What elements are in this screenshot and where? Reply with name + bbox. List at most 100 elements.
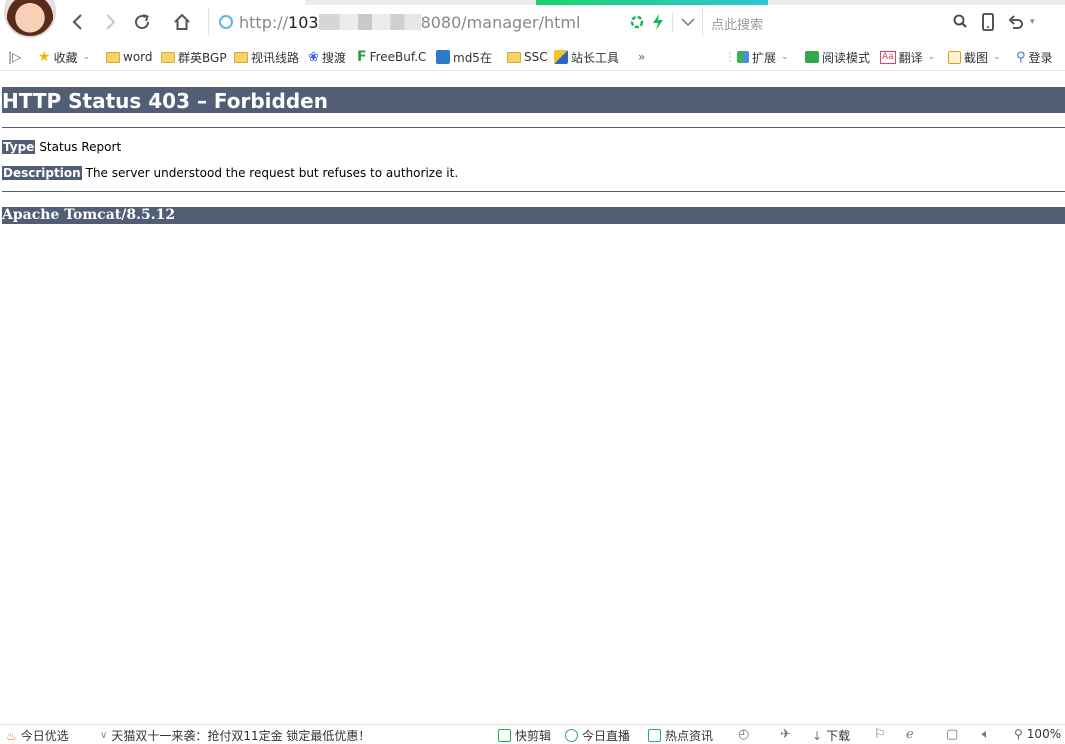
statusbar-label: 今日优选: [20, 729, 69, 743]
bookmarks-bar: |▷ ★ 收藏 ⌄ word 群英BGP 视讯线路 ❀ 搜渡 F FreeBuf…: [0, 44, 1065, 71]
bookmark-md5[interactable]: md5在: [436, 44, 492, 70]
news-icon: [648, 729, 661, 742]
window-icon[interactable]: ▢: [946, 727, 958, 742]
live-play-icon: [565, 729, 578, 742]
security-shield-icon: [219, 15, 233, 29]
address-bar-icons: [630, 12, 695, 32]
extensions-button[interactable]: 扩展 ⌄: [737, 44, 789, 70]
zoom-button[interactable]: ⚲ 100%: [1014, 727, 1061, 741]
forward-button[interactable]: [98, 10, 122, 34]
reload-icon: [135, 14, 150, 30]
more-chevron-icon: »: [638, 50, 646, 64]
live-button[interactable]: 今日直播: [565, 727, 630, 744]
description-value: The server understood the request but re…: [85, 166, 459, 180]
bookmark-bgp[interactable]: 群英BGP: [161, 44, 227, 70]
speed-icon[interactable]: ◴: [738, 727, 749, 742]
bookmark-video-lines[interactable]: 视讯线路: [234, 44, 299, 70]
chinaz-icon: [554, 50, 568, 64]
type-label: Type: [2, 140, 36, 154]
chevron-down-icon: ⌄: [82, 52, 91, 62]
pin-icon[interactable]: ✈: [780, 727, 791, 742]
search-placeholder[interactable]: 点此搜索: [711, 14, 763, 33]
video-clip-icon: [498, 729, 511, 742]
sound-icon[interactable]: 🔈︎: [982, 727, 990, 742]
lightning-icon[interactable]: [652, 14, 664, 30]
login-button[interactable]: ⚲ 登录: [1016, 44, 1053, 70]
back-arrow-icon: [72, 14, 82, 30]
today-picks-button[interactable]: ♨ 今日优选: [6, 727, 69, 744]
green-refresh-icon[interactable]: [630, 15, 644, 29]
user-avatar[interactable]: [4, 0, 56, 38]
freebuf-icon: F: [357, 49, 367, 65]
bookmark-ssc[interactable]: SSC: [507, 44, 548, 70]
mobile-icon[interactable]: [982, 13, 994, 31]
reading-mode-button[interactable]: 阅读模式: [805, 44, 870, 70]
chevron-down-icon: ⌄: [781, 52, 789, 62]
download-button[interactable]: ↓ 下载: [812, 727, 850, 744]
login-icon: ⚲: [1016, 49, 1026, 65]
divider: ⋮: [724, 50, 736, 64]
ie-icon[interactable]: ℯ: [906, 727, 914, 742]
bookmark-label: 群英BGP: [178, 50, 227, 65]
bookmark-chinaz[interactable]: 站长工具: [554, 44, 619, 70]
md5-icon: [436, 50, 450, 64]
folder-icon: [106, 51, 120, 63]
status-bar: ♨ 今日优选 ∨ 天猫双十一来袭：抢付双11定金 锁定最低优惠！ 快剪辑 今日直…: [0, 724, 1065, 743]
chevron-down-icon: ⌄: [927, 52, 936, 62]
promo-ticker[interactable]: ∨ 天猫双十一来袭：抢付双11定金 锁定最低优惠！: [100, 727, 370, 744]
undo-icon: [1008, 15, 1023, 29]
bookmark-label: 收藏: [53, 50, 78, 65]
chevron-down-icon: ∨: [100, 730, 108, 741]
page-load-progress: [536, 0, 768, 5]
description-label: Description: [2, 166, 82, 180]
screenshot-button[interactable]: 截图 ⌄: [948, 44, 1001, 70]
promo-text: 天猫双十一来袭：抢付双11定金 锁定最低优惠！: [111, 729, 371, 743]
zoom-level: 100%: [1026, 727, 1062, 741]
page-title: HTTP Status 403 – Forbidden: [2, 87, 1065, 113]
divider: [672, 12, 673, 32]
home-icon: [174, 13, 190, 30]
tool-label: 截图: [964, 50, 989, 65]
bookmark-baidu[interactable]: ❀ 搜渡: [308, 44, 346, 70]
bookmarks-more-button[interactable]: »: [638, 44, 645, 70]
star-icon: ★: [38, 49, 51, 65]
reload-button[interactable]: [130, 10, 154, 34]
bookmark-label: FreeBuf.C: [369, 50, 427, 64]
type-row: Type Status Report: [2, 140, 121, 154]
translate-icon: Aa: [880, 50, 896, 64]
flag-icon[interactable]: ⚐: [874, 727, 886, 742]
folder-icon: [507, 51, 521, 63]
redacted-host-mask: [318, 14, 421, 30]
right-toolbar: ▾: [982, 10, 1035, 34]
type-value: Status Report: [39, 140, 122, 154]
quick-clip-button[interactable]: 快剪辑: [498, 727, 551, 744]
sidebar-toggle-button[interactable]: |▷: [8, 44, 21, 70]
address-bar[interactable]: http://103 8080/manager/html: [208, 8, 703, 36]
tool-label: 阅读模式: [822, 50, 871, 65]
baidu-paw-icon: ❀: [308, 49, 319, 65]
tool-label: 翻译: [898, 50, 923, 65]
screenshot-icon: [948, 50, 961, 64]
back-button[interactable]: [66, 10, 90, 34]
news-button[interactable]: 热点资讯: [648, 727, 713, 744]
undo-close-tab-button[interactable]: ▾: [1008, 14, 1035, 30]
bookmark-favorites[interactable]: ★ 收藏 ⌄: [38, 44, 90, 70]
book-icon: [805, 51, 819, 63]
bookmark-freebuf[interactable]: F FreeBuf.C: [357, 44, 426, 70]
divider: [2, 191, 1065, 192]
description-row: Description The server understood the req…: [2, 166, 458, 180]
search-box[interactable]: 点此搜索: [702, 8, 973, 36]
home-button[interactable]: [170, 10, 194, 34]
statusbar-label: 今日直播: [582, 729, 631, 743]
statusbar-label: 热点资讯: [665, 729, 714, 743]
search-icon[interactable]: [953, 14, 967, 32]
statusbar-label: 下载: [826, 729, 851, 743]
bookmark-label: 视讯线路: [251, 50, 300, 65]
chevron-down-icon[interactable]: [681, 17, 695, 27]
bookmark-label: 站长工具: [571, 50, 620, 65]
bookmark-label: SSC: [524, 50, 548, 64]
translate-button[interactable]: Aa 翻译 ⌄: [880, 44, 935, 70]
folder-icon: [234, 51, 248, 63]
url-text[interactable]: http://103 8080/manager/html: [239, 13, 580, 32]
bookmark-word[interactable]: word: [106, 44, 153, 70]
